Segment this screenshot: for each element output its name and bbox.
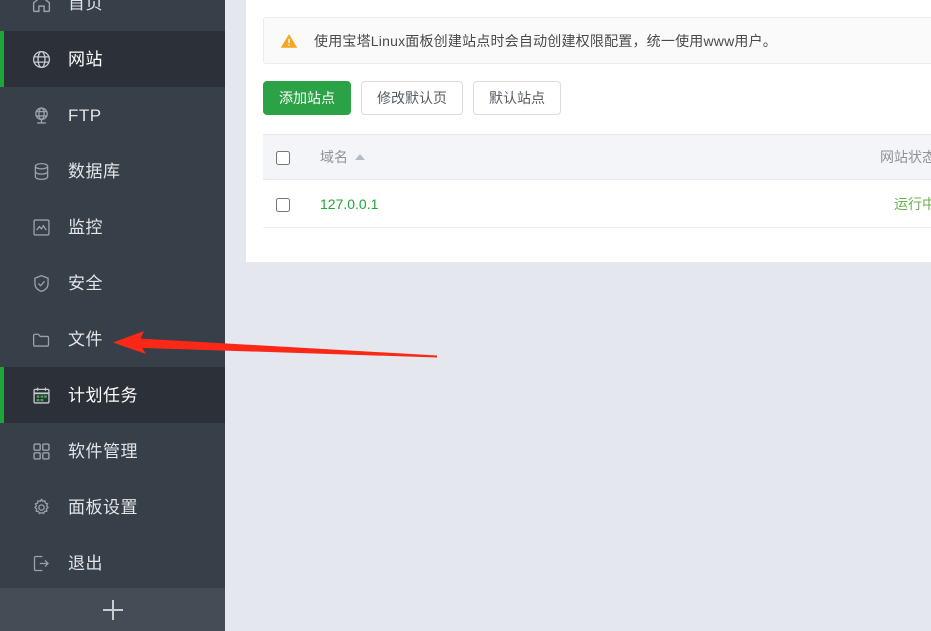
select-all-checkbox[interactable] — [276, 151, 290, 166]
site-table-head: 域名 网站状态 — [263, 134, 931, 180]
sidebar-item-label: 首页 — [68, 0, 103, 13]
sidebar-item-settings[interactable]: 面板设置 — [0, 479, 225, 535]
folder-icon — [30, 328, 52, 350]
ftp-icon — [30, 104, 52, 126]
site-table-body: 127.0.0.1 运行中 — [263, 179, 931, 228]
grid-apps-icon — [30, 440, 52, 462]
sidebar-item-label: 数据库 — [68, 161, 121, 181]
home-icon — [30, 0, 52, 14]
monitor-chart-icon — [30, 216, 52, 238]
permission-alert: 使用宝塔Linux面板创建站点时会自动创建权限配置，统一使用www用户。 — [263, 17, 931, 64]
sidebar-item-label: 软件管理 — [68, 441, 138, 461]
status-header-label: 网站状态 — [880, 149, 931, 165]
select-all-header — [263, 134, 320, 180]
sidebar-item-label: 面板设置 — [68, 497, 138, 517]
globe-icon — [30, 48, 52, 70]
calendar-icon — [30, 384, 52, 406]
sidebar-item-logout[interactable]: 退出 — [0, 535, 225, 591]
bt-panel-app: 首页 网站 FTP 数据库 监控 安全 文件 计划任务 软件管理 面板设置 退出… — [0, 0, 931, 631]
main-content: 使用宝塔Linux面板创建站点时会自动创建权限配置，统一使用www用户。 添加站… — [225, 0, 931, 631]
sidebar-item-cron[interactable]: 计划任务 — [0, 367, 225, 423]
database-icon — [30, 160, 52, 182]
sidebar-item-label: 计划任务 — [68, 385, 138, 405]
warning-triangle-icon — [280, 32, 298, 50]
sidebar-item-label: 网站 — [68, 49, 103, 69]
sidebar-item-label: 监控 — [68, 217, 103, 237]
card-inner: 使用宝塔Linux面板创建站点时会自动创建权限配置，统一使用www用户。 添加站… — [246, 0, 931, 228]
default-site-button[interactable]: 默认站点 — [473, 81, 561, 115]
edit-default-page-button[interactable]: 修改默认页 — [361, 81, 463, 115]
sidebar-item-label: FTP — [68, 105, 102, 125]
sidebar-item-label: 退出 — [68, 553, 103, 573]
sidebar-item-website[interactable]: 网站 — [0, 31, 225, 87]
table-header-row: 域名 网站状态 — [263, 134, 931, 180]
row-status-cell: 运行中 — [810, 179, 931, 228]
sidebar-item-ftp[interactable]: FTP — [0, 87, 225, 143]
site-table: 域名 网站状态 127.0.0.1 运行中 — [263, 134, 931, 228]
add-site-button[interactable]: 添加站点 — [263, 81, 351, 115]
row-checkbox[interactable] — [276, 197, 290, 212]
sidebar-item-label: 文件 — [68, 329, 103, 349]
shield-check-icon — [30, 272, 52, 294]
sidebar-item-files[interactable]: 文件 — [0, 311, 225, 367]
gear-icon — [30, 496, 52, 518]
row-domain-cell: 127.0.0.1 — [320, 179, 810, 228]
domain-header[interactable]: 域名 — [320, 134, 810, 180]
site-domain-link[interactable]: 127.0.0.1 — [320, 196, 378, 212]
row-select-cell — [263, 179, 320, 228]
sidebar-item-database[interactable]: 数据库 — [0, 143, 225, 199]
sidebar-item-label: 安全 — [68, 273, 103, 293]
permission-alert-text: 使用宝塔Linux面板创建站点时会自动创建权限配置，统一使用www用户。 — [314, 32, 777, 49]
sidebar-item-software[interactable]: 软件管理 — [0, 423, 225, 479]
sidebar: 首页 网站 FTP 数据库 监控 安全 文件 计划任务 软件管理 面板设置 退出 — [0, 0, 225, 631]
status-label: 运行中 — [894, 195, 931, 212]
sidebar-add-button[interactable] — [0, 588, 225, 631]
logout-icon — [30, 552, 52, 574]
sidebar-item-security[interactable]: 安全 — [0, 255, 225, 311]
sidebar-nav-list: 首页 网站 FTP 数据库 监控 安全 文件 计划任务 软件管理 面板设置 退出 — [0, 0, 225, 591]
site-toolbar: 添加站点 修改默认页 默认站点 — [263, 81, 931, 115]
status-badge[interactable]: 运行中 — [894, 194, 931, 214]
status-header[interactable]: 网站状态 — [810, 134, 931, 180]
site-list-card: 使用宝塔Linux面板创建站点时会自动创建权限配置，统一使用www用户。 添加站… — [246, 0, 931, 262]
domain-header-label: 域名 — [320, 149, 348, 165]
sidebar-item-home[interactable]: 首页 — [0, 0, 225, 31]
plus-icon — [102, 599, 123, 620]
table-row: 127.0.0.1 运行中 — [263, 179, 931, 228]
sort-asc-icon[interactable] — [355, 154, 365, 160]
sidebar-item-monitor[interactable]: 监控 — [0, 199, 225, 255]
